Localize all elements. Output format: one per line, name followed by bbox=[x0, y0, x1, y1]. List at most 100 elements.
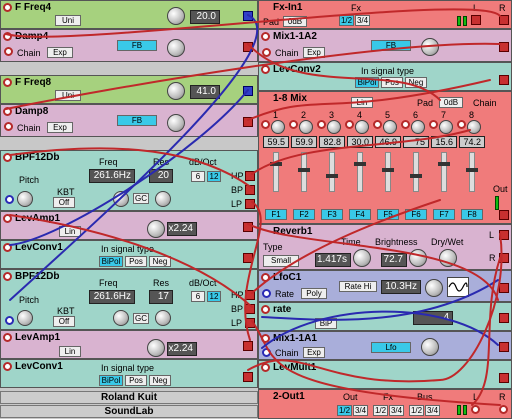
poly-button[interactable]: Poly bbox=[301, 288, 327, 299]
channel-fader[interactable] bbox=[385, 152, 391, 192]
level-knob[interactable] bbox=[421, 338, 439, 356]
pitch-port[interactable] bbox=[5, 195, 14, 204]
out-34-button[interactable]: 3/4 bbox=[353, 405, 368, 416]
neg-button[interactable]: Neg bbox=[405, 77, 427, 88]
bip-button[interactable]: BiP bbox=[315, 318, 337, 329]
gain-knob[interactable] bbox=[147, 339, 165, 357]
pos-button[interactable]: Pos bbox=[125, 375, 147, 386]
freq-knob[interactable] bbox=[113, 191, 129, 207]
fb-button[interactable]: FB bbox=[117, 40, 157, 51]
output-jack[interactable] bbox=[243, 372, 253, 382]
module-levconv1-b[interactable]: LevConv1 In signal type BiPol Pos Neg bbox=[0, 359, 258, 388]
db12-button[interactable]: 12 bbox=[207, 291, 221, 302]
input-port[interactable] bbox=[3, 214, 12, 223]
input-port[interactable] bbox=[3, 78, 12, 87]
channel-knob[interactable] bbox=[355, 120, 369, 134]
channel-function-button[interactable]: F5 bbox=[377, 209, 399, 220]
channel-knob[interactable] bbox=[411, 120, 425, 134]
input-port[interactable] bbox=[261, 65, 270, 74]
fader-cap[interactable] bbox=[298, 168, 310, 172]
l-input-port[interactable] bbox=[471, 405, 480, 414]
neg-button[interactable]: Neg bbox=[149, 256, 171, 267]
output-jack[interactable] bbox=[243, 42, 253, 52]
output-jack[interactable] bbox=[499, 373, 509, 383]
fx-12-button[interactable]: 1/2 bbox=[339, 15, 354, 26]
input-port[interactable] bbox=[3, 107, 12, 116]
output-jack[interactable] bbox=[243, 117, 253, 127]
module-rate[interactable]: rate BiP 4 bbox=[258, 302, 512, 331]
type-select[interactable]: Small bbox=[263, 255, 299, 267]
channel-fader[interactable] bbox=[329, 152, 335, 192]
pitch-port[interactable] bbox=[5, 316, 14, 325]
bipol-button[interactable]: BiPol bbox=[99, 375, 123, 386]
db6-button[interactable]: 6 bbox=[191, 171, 205, 182]
channel-fader[interactable] bbox=[301, 152, 307, 192]
channel-knob[interactable] bbox=[327, 120, 341, 134]
level-knob[interactable] bbox=[167, 114, 185, 132]
output-jack[interactable] bbox=[243, 341, 253, 351]
mix-input-port[interactable] bbox=[317, 120, 326, 129]
channel-knob[interactable] bbox=[383, 120, 397, 134]
output-jack[interactable] bbox=[499, 283, 509, 293]
channel-function-button[interactable]: F1 bbox=[265, 209, 287, 220]
fader-cap[interactable] bbox=[270, 162, 282, 166]
module-levamp1-a[interactable]: LevAmp1 Lin x2.24 bbox=[0, 211, 258, 240]
fx-34-button[interactable]: 3/4 bbox=[355, 15, 370, 26]
input-port[interactable] bbox=[3, 243, 12, 252]
fb-button[interactable]: FB bbox=[371, 40, 411, 51]
bipol-button[interactable]: BiPol bbox=[355, 77, 379, 88]
input-port[interactable] bbox=[261, 363, 270, 372]
module-fx-in1[interactable]: Fx-In1 Pad 0dB Fx 1/2 3/4 L R bbox=[258, 0, 512, 29]
module-damp4[interactable]: Damp4 Chain Exp FB bbox=[0, 29, 258, 62]
pad-button[interactable]: 0dB bbox=[283, 16, 307, 27]
output-jack[interactable] bbox=[499, 42, 509, 52]
input-port[interactable] bbox=[261, 32, 270, 41]
rate-knob[interactable] bbox=[425, 279, 443, 297]
channel-fader[interactable] bbox=[469, 152, 475, 192]
channel-knob[interactable] bbox=[299, 120, 313, 134]
mix-input-port[interactable] bbox=[401, 120, 410, 129]
fader-cap[interactable] bbox=[326, 174, 338, 178]
r-input-port[interactable] bbox=[499, 405, 508, 414]
module-reverb1[interactable]: Reverb1 Type Small Time 1.417s Brightnes… bbox=[258, 224, 512, 270]
input-port[interactable] bbox=[3, 272, 12, 281]
pad-button[interactable]: 0dB bbox=[439, 97, 463, 108]
lin-button[interactable]: Lin bbox=[59, 226, 81, 237]
l-output-jack[interactable] bbox=[499, 230, 509, 240]
rate-port[interactable] bbox=[262, 289, 271, 298]
lin-button[interactable]: Lin bbox=[59, 346, 81, 357]
exp-button[interactable]: Exp bbox=[303, 347, 325, 358]
chain-port[interactable] bbox=[262, 348, 271, 357]
channel-function-button[interactable]: F8 bbox=[461, 209, 483, 220]
kbt-button[interactable]: Off bbox=[53, 197, 75, 208]
module-damp8[interactable]: Damp8 Chain Exp FB bbox=[0, 104, 258, 137]
bus-12-button[interactable]: 1/2 bbox=[409, 405, 424, 416]
pitch-knob[interactable] bbox=[17, 310, 33, 326]
output-jack[interactable] bbox=[499, 342, 509, 352]
r-output-jack[interactable] bbox=[499, 15, 509, 25]
module-mix1-1a1[interactable]: Mix1-1A1 Chain Exp Lfo bbox=[258, 331, 512, 360]
level-knob[interactable] bbox=[167, 39, 185, 57]
bp-output-jack[interactable] bbox=[245, 185, 255, 195]
input-port[interactable] bbox=[3, 333, 12, 342]
module-levmult1[interactable]: LevMult1 bbox=[258, 360, 512, 389]
uni-button[interactable]: Uni bbox=[55, 15, 81, 26]
fx-34-button[interactable]: 3/4 bbox=[389, 405, 404, 416]
fx-12-button[interactable]: 1/2 bbox=[373, 405, 388, 416]
chain-port[interactable] bbox=[262, 48, 271, 57]
exp-button[interactable]: Exp bbox=[303, 47, 325, 58]
module-ffreq4[interactable]: F Freq4 Uni 20.0 bbox=[0, 0, 258, 29]
channel-function-button[interactable]: F4 bbox=[349, 209, 371, 220]
waveform-icon[interactable] bbox=[447, 277, 469, 297]
input-port[interactable] bbox=[261, 305, 270, 314]
channel-fader[interactable] bbox=[273, 152, 279, 192]
fader-cap[interactable] bbox=[354, 162, 366, 166]
lin-button[interactable]: Lin bbox=[351, 97, 373, 108]
value-knob[interactable] bbox=[167, 7, 185, 25]
module-1-8-mix[interactable]: 1-8 Mix Lin Pad 0dB Chain Out 1 59.5 F1 … bbox=[258, 91, 512, 224]
exp-button[interactable]: Exp bbox=[47, 47, 73, 58]
output-jack[interactable] bbox=[499, 75, 509, 85]
chain-port[interactable] bbox=[4, 122, 13, 131]
gain-knob[interactable] bbox=[147, 220, 165, 238]
input-port[interactable] bbox=[3, 153, 12, 162]
